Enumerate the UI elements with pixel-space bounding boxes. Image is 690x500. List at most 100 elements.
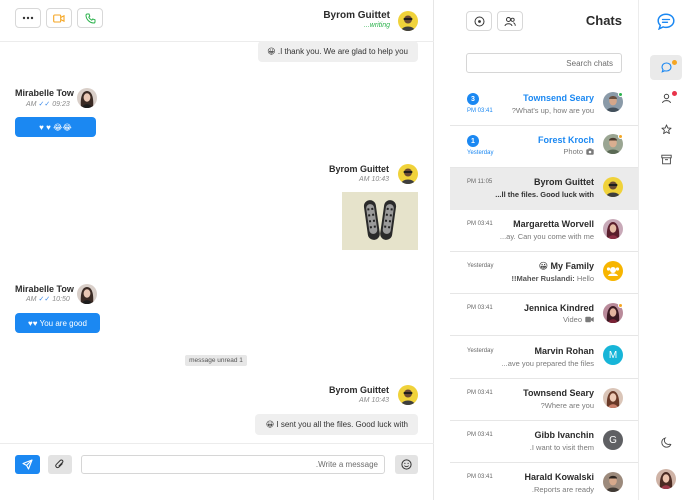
contact-name: Byrom Guittet: [323, 10, 390, 21]
chat-name: Harald Kowalski: [524, 472, 594, 482]
sender-avatar[interactable]: [77, 88, 97, 108]
chat-time: PM 11:05: [467, 179, 493, 185]
townsend-2-avatar-image: [603, 388, 623, 408]
mirabelle-avatar-image: [77, 88, 97, 108]
sender-avatar[interactable]: [398, 385, 418, 405]
message-composer: [0, 443, 434, 483]
send-button[interactable]: [15, 455, 40, 474]
voice-call-button[interactable]: [77, 8, 103, 28]
chat-list-item[interactable]: Yesterday 😀 My Family !!Maher Ruslandi: …: [450, 252, 638, 294]
friends-notification-dot: [672, 91, 677, 96]
new-group-button[interactable]: [497, 11, 523, 31]
video-camera-icon: [53, 13, 65, 23]
search-chats-input[interactable]: [466, 53, 622, 73]
sender-name: Mirabelle Tow: [15, 88, 74, 98]
conversation-header: Byrom Guittet ...writing: [0, 0, 434, 42]
chat-name: Forest Kroch: [537, 135, 594, 145]
chat-emoji-icon: 😀: [538, 261, 548, 271]
time-ampm: AM: [359, 397, 370, 404]
nav-archive-button[interactable]: [650, 147, 682, 172]
chat-preview: ...ll the files. Good luck with: [495, 190, 594, 199]
dark-mode-toggle[interactable]: [650, 430, 682, 455]
chat-name: Jennica Kindred: [523, 303, 594, 313]
chat-preview: ?Where are you: [540, 401, 594, 410]
paperclip-icon: [55, 459, 64, 469]
image-attachment[interactable]: [342, 192, 418, 250]
byrom-avatar-image: [603, 177, 623, 197]
new-chat-button[interactable]: [466, 11, 492, 31]
chat-list-item[interactable]: 3 PM 03:41 Townsend Seary ?What's up, ho…: [450, 84, 638, 126]
read-ticks-icon: ✓✓: [38, 296, 51, 303]
sneakers-photo: [342, 192, 418, 250]
more-icon: [22, 16, 34, 20]
sender-avatar[interactable]: [77, 284, 97, 304]
chat-name: Townsend Seary: [523, 388, 594, 398]
chat-name: Margaretta Worvell: [513, 219, 594, 229]
time-ampm: AM: [359, 176, 370, 183]
message-input[interactable]: [81, 455, 385, 474]
chat-preview-sender: !!Maher Ruslandi:: [511, 274, 575, 283]
chat-list-item[interactable]: PM 03:41 Harald Kowalski .Reports are re…: [450, 463, 638, 500]
message-bubble: ♥♥ You are good: [15, 313, 100, 333]
chats-notification-dot: [672, 60, 677, 65]
chat-preview: ?What's up, how are you: [511, 106, 594, 115]
message-time: AM ✓✓ 09:23: [26, 100, 70, 108]
chat-list-item[interactable]: PM 03:41 Margaretta Worvell ...ay. Can y…: [450, 210, 638, 252]
chat-time: PM 03:41: [467, 432, 493, 438]
chat-list-item[interactable]: 1 Yesterday Forest Kroch Photo: [450, 126, 638, 168]
chat-name: Byrom Guittet: [533, 177, 594, 187]
nav-favorites-button[interactable]: [650, 117, 682, 142]
sender-avatar[interactable]: [398, 164, 418, 184]
friends-icon: [661, 93, 671, 104]
chat-avatar: [603, 388, 623, 408]
archive-icon: [660, 154, 672, 165]
chat-list-item-active[interactable]: PM 11:05 Byrom Guittet ...ll the files. …: [450, 168, 638, 210]
online-status-dot: [618, 92, 623, 97]
chat-preview: ...ave you prepared the files: [501, 359, 594, 368]
chat-avatar: [603, 177, 623, 197]
video-icon: [585, 316, 594, 323]
chats-icon: [660, 62, 672, 73]
chat-avatar: [603, 472, 623, 492]
chat-name: 😀 My Family: [539, 261, 594, 272]
video-call-button[interactable]: [46, 8, 72, 28]
emoji-button[interactable]: [395, 455, 418, 474]
time-value: 09:23: [52, 101, 70, 108]
chat-list-item[interactable]: PM 03:41 Jennica Kindred Video: [450, 294, 638, 336]
send-icon: [22, 459, 33, 470]
chat-avatar: M: [603, 345, 623, 365]
chat-avatar: G: [603, 430, 623, 450]
more-options-button[interactable]: [15, 8, 41, 28]
chat-list-item[interactable]: PM 03:41 Gibb Ivanchin .I want to visit …: [450, 421, 638, 463]
chat-preview: !!Maher Ruslandi: Hello: [511, 274, 594, 283]
chat-time: PM 03:41: [467, 221, 493, 227]
time-value: 10:43: [371, 176, 389, 183]
chat-preview: .I want to visit them: [529, 443, 594, 452]
attach-button[interactable]: [48, 455, 72, 474]
time-value: 10:50: [52, 296, 70, 303]
chat-time: PM 03:41: [467, 305, 493, 311]
away-status-dot: [618, 303, 623, 308]
chat-name: Gibb Ivanchin: [534, 430, 594, 440]
byrom-avatar-image: [398, 164, 418, 184]
chat-preview: ...ay. Can you come with me: [499, 232, 594, 241]
moon-icon: [660, 437, 671, 448]
sender-name: Byrom Guittet: [328, 164, 389, 174]
chat-preview-text: Video: [562, 315, 582, 324]
chat-preview: Photo: [563, 147, 594, 156]
message-time: AM ✓✓ 10:50: [26, 295, 70, 303]
chat-list-item[interactable]: PM 03:41 Townsend Seary ?Where are you: [450, 379, 638, 421]
unread-count-badge: 3: [467, 93, 479, 105]
chat-avatar: [603, 219, 623, 239]
group-icon: [504, 16, 516, 26]
contact-avatar[interactable]: [398, 11, 418, 31]
chat-list-item[interactable]: Yesterday Marvin Rohan ...ave you prepar…: [450, 336, 638, 379]
nav-friends-button[interactable]: [650, 86, 682, 111]
chat-time: Yesterday: [467, 348, 494, 354]
chat-avatar: [603, 261, 623, 281]
nav-chats-button[interactable]: [650, 55, 682, 80]
unread-divider: message unread 1: [185, 355, 247, 366]
mirabelle-avatar-image: [77, 284, 97, 304]
profile-avatar[interactable]: [656, 469, 676, 489]
byrom-avatar-image: [398, 11, 418, 31]
